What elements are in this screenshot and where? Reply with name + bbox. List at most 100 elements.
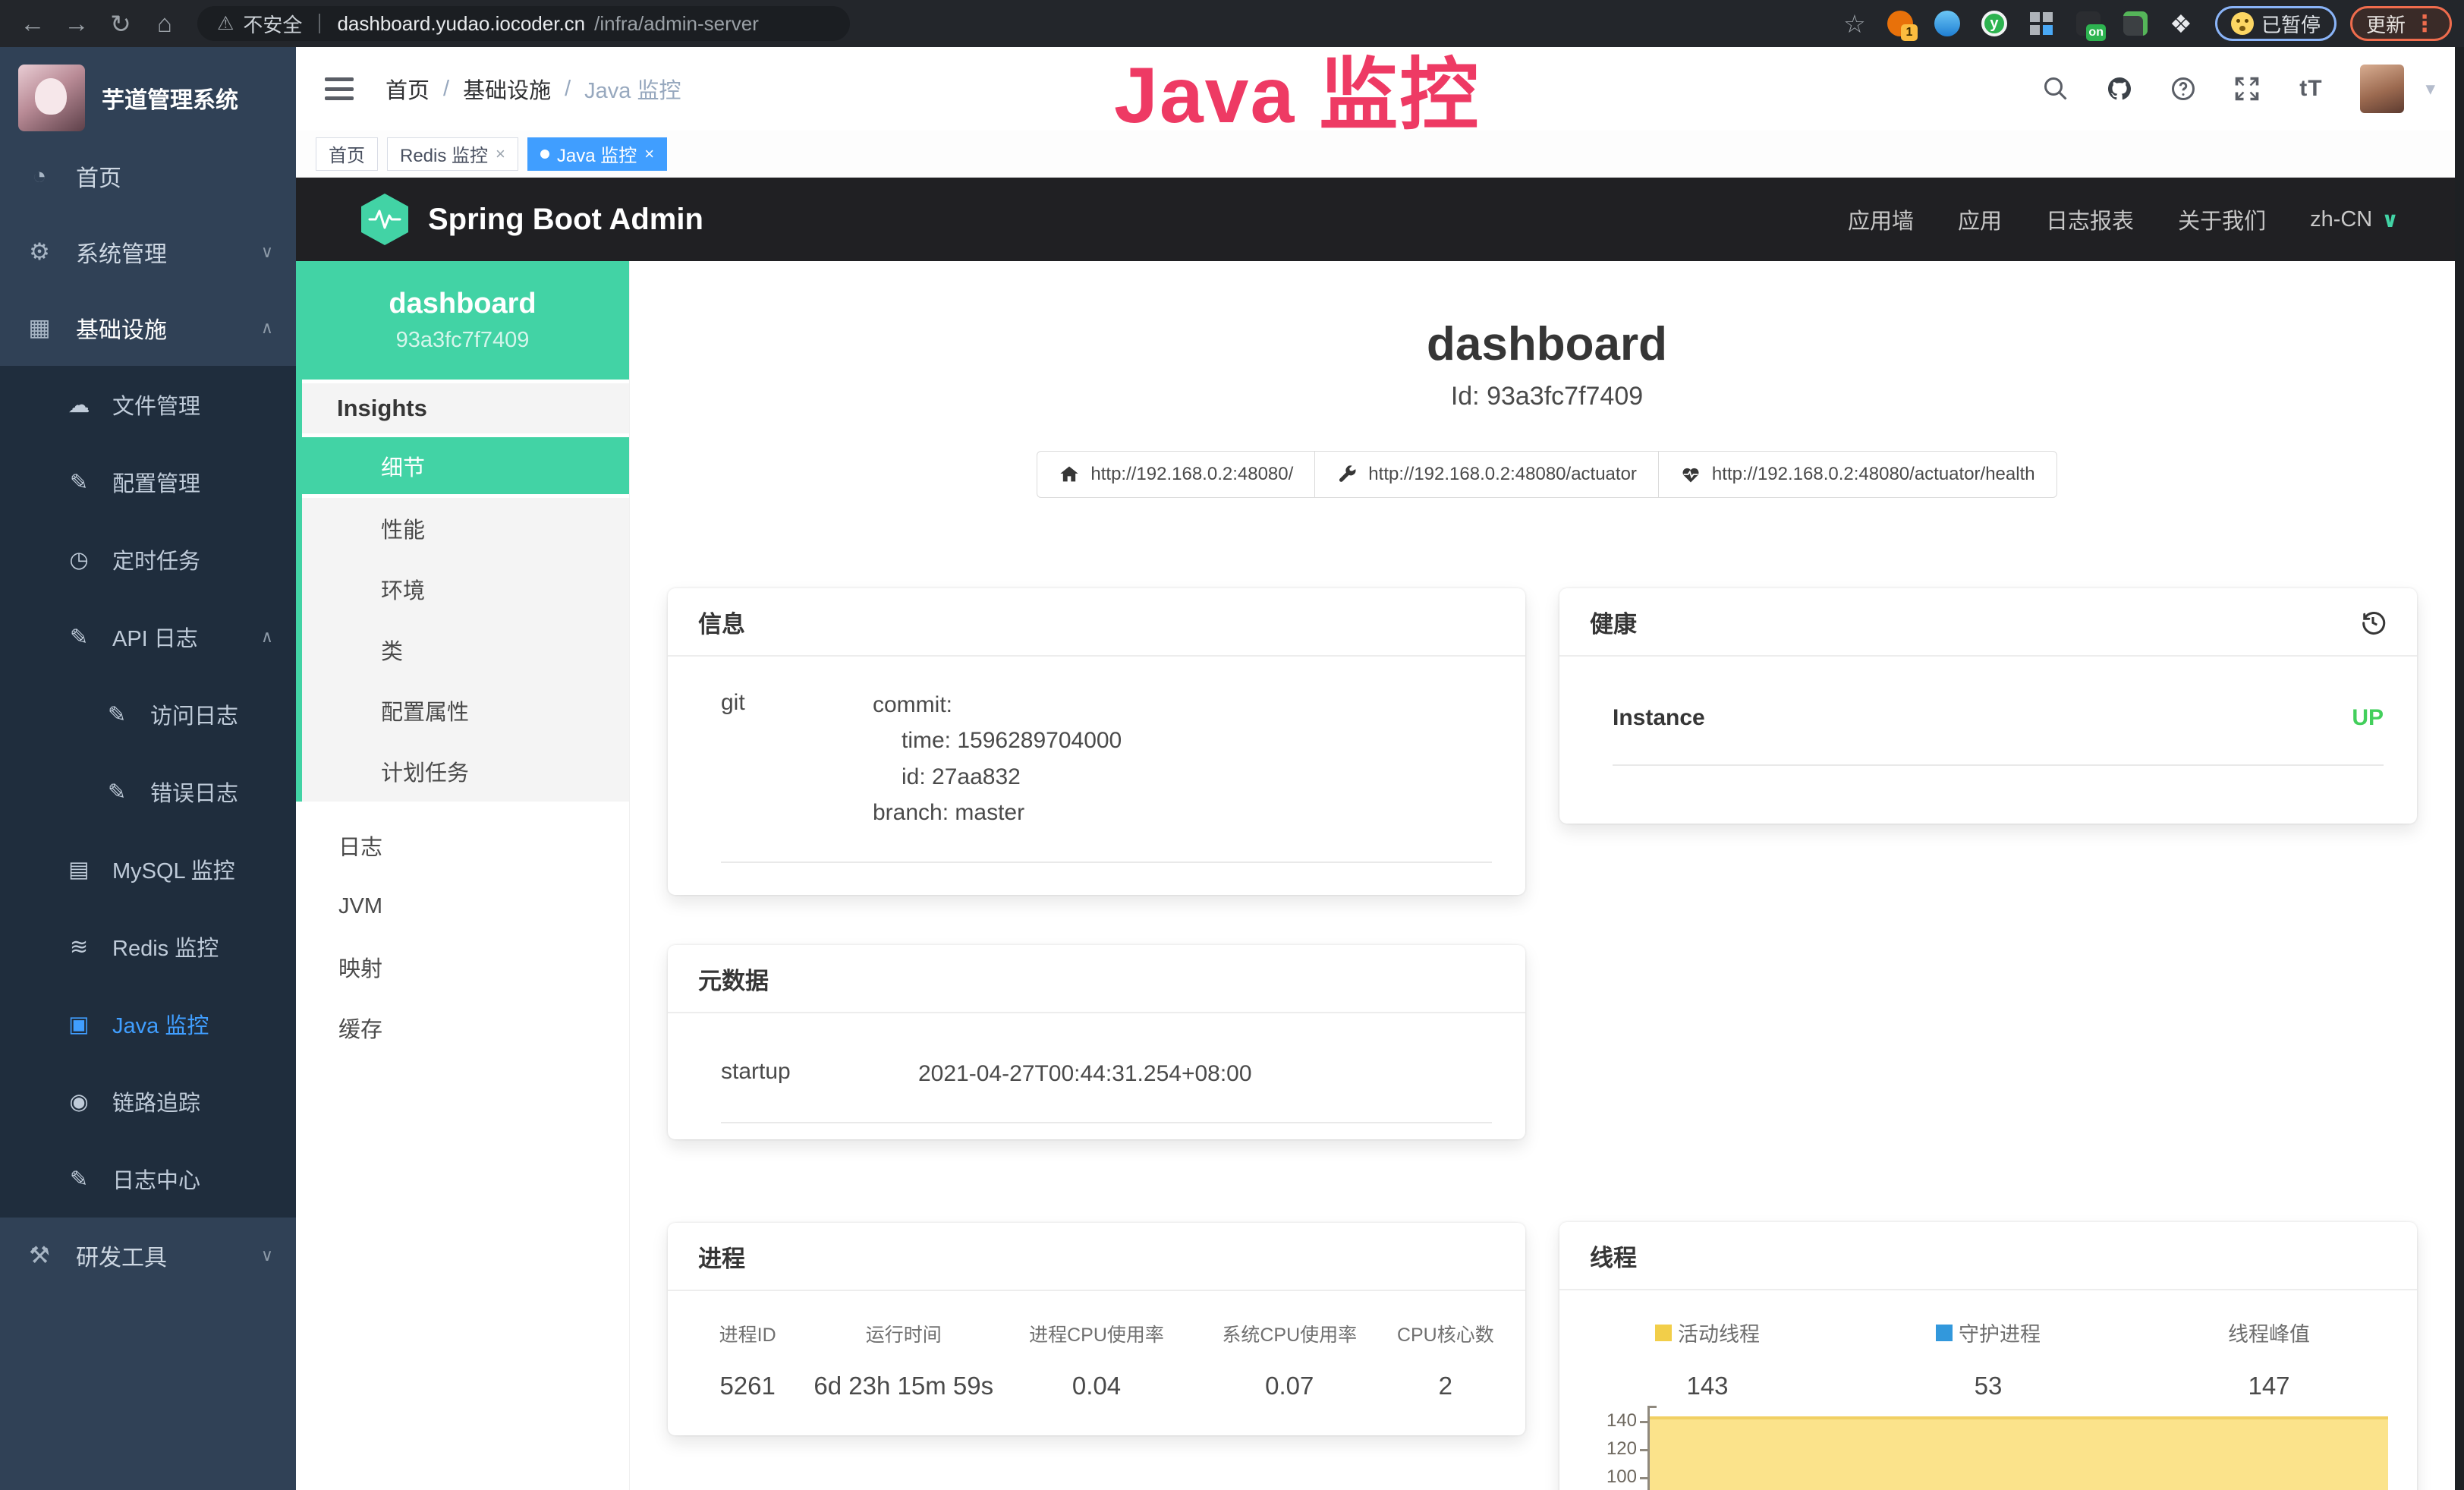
sba-menu-jvm[interactable]: JVM xyxy=(296,876,629,937)
cloud-icon: ☁ xyxy=(64,392,94,418)
sba-menu-details[interactable]: 细节 xyxy=(302,437,629,498)
sba-insights-group: Insights 细节 性能 环境 类 配置属性 计划任务 xyxy=(296,380,629,802)
fullscreen-icon[interactable] xyxy=(2233,74,2261,103)
history-icon[interactable] xyxy=(2359,608,2387,635)
screen: ← → ↻ ⌂ ⚠ 不安全 dashboard.yudao.iocoder.cn… xyxy=(0,0,2464,1490)
sba-menu-classes[interactable]: 类 xyxy=(302,619,629,680)
sidebar-item-label: 基础设施 xyxy=(76,311,167,345)
forward-icon[interactable]: → xyxy=(56,9,97,38)
breadcrumb-infra[interactable]: 基础设施 xyxy=(463,73,551,105)
peak-threads-value: 147 xyxy=(2129,1372,2409,1400)
locale-value: zh-CN xyxy=(2310,207,2372,232)
card-title: 元数据 xyxy=(668,945,1525,1013)
sidebar-item-redis-monitor[interactable]: ≋ Redis 监控 xyxy=(0,908,296,985)
sba-menu-caches[interactable]: 缓存 xyxy=(296,997,629,1058)
user-menu-caret-icon[interactable]: ▾ xyxy=(2425,77,2435,100)
profile-paused-chip[interactable]: 已暂停 xyxy=(2215,6,2337,41)
sidebar-item-label: Redis 监控 xyxy=(112,931,219,962)
service-url-button[interactable]: http://192.168.0.2:48080/ xyxy=(1037,451,1315,498)
sidebar-item-mysql-monitor[interactable]: ▤ MySQL 监控 xyxy=(0,830,296,908)
sidebar-item-access-log[interactable]: ✎ 访问日志 xyxy=(0,676,296,753)
sba-menu-loggers[interactable]: 日志 xyxy=(296,815,629,876)
close-icon[interactable]: × xyxy=(496,144,505,164)
instance-links: http://192.168.0.2:48080/ http://192.168… xyxy=(630,451,2464,498)
info-card: 信息 git commit: time: 1596289704000 id: 2… xyxy=(668,588,1525,895)
sba-brand-title[interactable]: Spring Boot Admin xyxy=(428,203,703,237)
sidebar-item-system[interactable]: ⚙ 系统管理 ∨ xyxy=(0,214,296,290)
extensions-puzzle-icon[interactable]: ❖ xyxy=(2160,9,2201,39)
breadcrumb: 首页 / 基础设施 / Java 监控 xyxy=(385,73,681,105)
sidebar-item-file-manage[interactable]: ☁ 文件管理 xyxy=(0,366,296,443)
health-url-button[interactable]: http://192.168.0.2:48080/actuator/health xyxy=(1658,451,2057,498)
sba-menu-mappings[interactable]: 映射 xyxy=(296,937,629,997)
sba-nav-applications[interactable]: 应用 xyxy=(1958,203,2002,235)
sidebar-item-label: 日志中心 xyxy=(112,1163,200,1195)
chevron-down-icon: ∨ xyxy=(261,242,273,262)
home-icon[interactable]: ⌂ xyxy=(144,9,185,38)
sba-menu-metrics[interactable]: 性能 xyxy=(302,498,629,559)
sba-menu-scheduled-tasks[interactable]: 计划任务 xyxy=(302,741,629,802)
extension-icon-green-y[interactable]: y xyxy=(1978,8,2010,39)
live-threads-area xyxy=(1650,1416,2388,1490)
sba-nav-wallboard[interactable]: 应用墙 xyxy=(1848,203,1914,235)
help-icon[interactable] xyxy=(2169,74,2198,103)
window-scrollbar[interactable] xyxy=(2455,47,2464,1490)
divider xyxy=(319,14,320,33)
extension-icon-orange[interactable]: 1 xyxy=(1884,8,1916,39)
extension-icon-sprout[interactable] xyxy=(2119,8,2151,39)
chrome-update-button[interactable]: 更新 ⋮ xyxy=(2350,6,2452,41)
spring-boot-admin-logo[interactable] xyxy=(361,194,408,245)
back-icon[interactable]: ← xyxy=(12,9,53,38)
sidebar-item-log-center[interactable]: ✎ 日志中心 xyxy=(0,1140,296,1218)
sidebar-item-label: 研发工具 xyxy=(76,1239,167,1272)
security-label[interactable]: 不安全 xyxy=(243,10,302,38)
sidebar-toggle-icon[interactable] xyxy=(325,77,354,100)
extension-icon-pin[interactable] xyxy=(1931,8,1963,39)
tag-home[interactable]: 首页 xyxy=(316,137,378,171)
actuator-url-button[interactable]: http://192.168.0.2:48080/actuator xyxy=(1314,451,1659,498)
health-card: 健康 Instance UP xyxy=(1559,588,2417,824)
github-icon[interactable] xyxy=(2105,74,2134,103)
card-title: 进程 xyxy=(668,1223,1525,1291)
extension-icon-tampermonkey[interactable]: on xyxy=(2072,8,2104,39)
card-title: 线程 xyxy=(1559,1222,2417,1290)
sba-instance-header[interactable]: dashboard 93a3fc7f7409 xyxy=(296,261,629,380)
tag-redis-monitor[interactable]: Redis 监控 × xyxy=(387,137,518,171)
y-axis-tick: 120 xyxy=(1590,1438,1637,1460)
sidebar-item-dev-tools[interactable]: ⚒ 研发工具 ∨ xyxy=(0,1218,296,1293)
sba-menu-environment[interactable]: 环境 xyxy=(302,559,629,619)
sba-nav-about[interactable]: 关于我们 xyxy=(2178,203,2266,235)
tag-java-monitor[interactable]: Java 监控 × xyxy=(527,137,667,171)
reload-icon[interactable]: ↻ xyxy=(100,9,141,39)
sidebar-item-java-monitor[interactable]: ▣ Java 监控 xyxy=(0,985,296,1063)
sidebar-item-api-log[interactable]: ✎ API 日志 ∧ xyxy=(0,598,296,676)
sidebar-item-tracing[interactable]: ◉ 链路追踪 xyxy=(0,1063,296,1140)
extension-icon-grid[interactable] xyxy=(2025,8,2057,39)
sidebar-item-config-manage[interactable]: ✎ 配置管理 xyxy=(0,443,296,521)
sba-locale-select[interactable]: zh-CN ∨ xyxy=(2310,207,2399,232)
browser-menu-kebab-icon[interactable]: ⋮ xyxy=(2413,11,2436,37)
process-card: 进程 进程ID5261 运行时间6d 23h 15m 59s 进程CPU使用率0… xyxy=(668,1223,1525,1435)
app-logo-row[interactable]: 芋道管理系统 xyxy=(0,47,296,138)
sba-menu-config-props[interactable]: 配置属性 xyxy=(302,680,629,741)
bookmark-star-icon[interactable]: ☆ xyxy=(1834,9,1875,39)
card-title: 健康 xyxy=(1590,605,1637,639)
sidebar-item-infrastructure[interactable]: ▦ 基础设施 ∧ xyxy=(0,290,296,366)
info-value: commit: time: 1596289704000 id: 27aa832 … xyxy=(873,687,1122,831)
process-table: 进程ID5261 运行时间6d 23h 15m 59s 进程CPU使用率0.04… xyxy=(668,1291,1525,1400)
sidebar-item-scheduled-jobs[interactable]: ◷ 定时任务 xyxy=(0,521,296,598)
edit-icon: ✎ xyxy=(64,1166,94,1192)
breadcrumb-home[interactable]: 首页 xyxy=(385,73,430,105)
sba-nav-journal[interactable]: 日志报表 xyxy=(2046,203,2134,235)
process-uptime: 6d 23h 15m 59s xyxy=(813,1372,993,1400)
sidebar-item-home[interactable]: ◔ 首页 xyxy=(0,138,296,214)
address-bar[interactable]: ⚠ 不安全 dashboard.yudao.iocoder.cn/infra/a… xyxy=(197,6,850,41)
search-icon[interactable] xyxy=(2041,74,2070,103)
sba-navbar: Spring Boot Admin 应用墙 应用 日志报表 关于我们 zh-CN… xyxy=(296,178,2464,261)
user-avatar[interactable] xyxy=(2360,65,2404,113)
close-icon[interactable]: × xyxy=(644,144,654,164)
font-size-icon[interactable]: tT xyxy=(2296,74,2325,103)
legend-label: 守护进程 xyxy=(1959,1318,2041,1347)
live-threads-value: 143 xyxy=(1567,1372,1848,1400)
sidebar-item-error-log[interactable]: ✎ 错误日志 xyxy=(0,753,296,830)
